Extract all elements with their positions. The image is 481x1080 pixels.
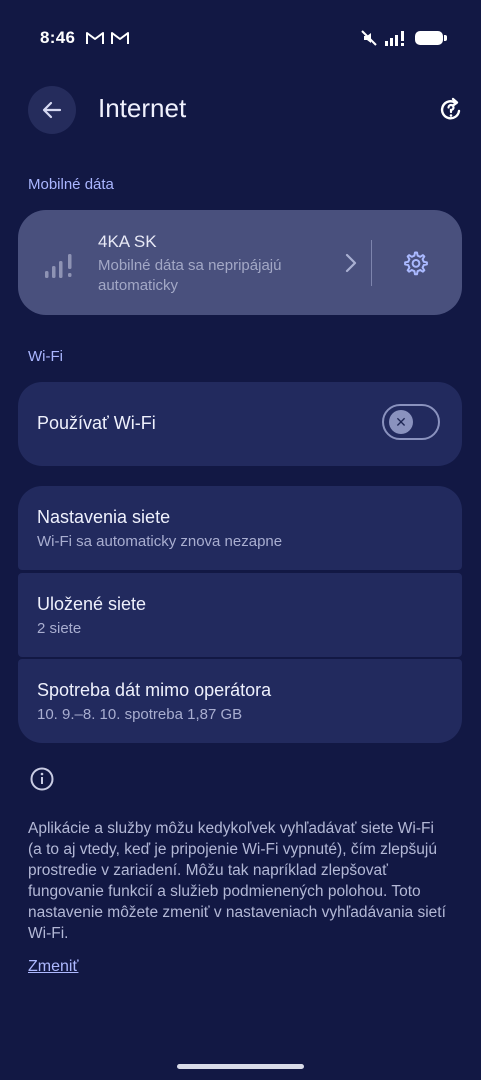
- battery-icon: [415, 31, 447, 45]
- back-button[interactable]: [28, 86, 76, 134]
- wifi-toggle[interactable]: ✕: [382, 404, 440, 440]
- list-item-network-settings[interactable]: Nastavenia siete Wi-Fi sa automaticky zn…: [18, 486, 462, 570]
- list-item-title: Uložené siete: [37, 594, 147, 614]
- list-item-subtitle: 2 siete: [37, 620, 82, 637]
- chevron-right-icon: [345, 253, 357, 273]
- list-item-title: Spotreba dát mimo operátora: [37, 680, 272, 700]
- info-icon: [30, 767, 54, 791]
- wifi-section-label: Wi-Fi: [28, 348, 63, 365]
- gmail-icon: [111, 32, 129, 44]
- list-item-title: Nastavenia siete: [37, 507, 171, 527]
- mobile-data-section-label: Mobilné dáta: [28, 176, 114, 193]
- mobile-data-card[interactable]: 4KA SK Mobilné dáta sa nepripájajú autom…: [18, 210, 462, 315]
- info-text: Aplikácie a služby môžu kedykoľvek vyhľa…: [28, 820, 446, 942]
- page-title: Internet: [98, 93, 187, 123]
- help-button[interactable]: [435, 94, 467, 126]
- use-wifi-label: Používať Wi-Fi: [37, 413, 156, 433]
- divider: [371, 240, 372, 286]
- home-indicator[interactable]: [177, 1064, 304, 1069]
- mobile-data-status: Mobilné dáta sa nepripájajú automaticky: [98, 257, 282, 294]
- list-item-subtitle: 10. 9.–8. 10. spotreba 1,87 GB: [37, 706, 243, 723]
- list-item-data-usage[interactable]: Spotreba dát mimo operátora 10. 9.–8. 10…: [18, 659, 462, 743]
- gear-icon[interactable]: [402, 250, 428, 276]
- use-wifi-row[interactable]: Používať Wi-Fi ✕: [18, 382, 462, 466]
- change-link[interactable]: Zmeniť: [28, 958, 78, 976]
- close-icon: ✕: [389, 410, 413, 434]
- carrier-name: 4KA SK: [98, 232, 157, 251]
- arrow-left-icon: [42, 101, 62, 119]
- gmail-icon: [86, 32, 104, 44]
- signal-icon: [45, 254, 72, 278]
- mute-icon: [361, 30, 377, 46]
- list-item-saved-networks[interactable]: Uložené siete 2 siete: [18, 573, 462, 657]
- help-refresh-icon: [440, 97, 461, 120]
- status-time: 8:46: [40, 28, 76, 47]
- list-item-subtitle: Wi-Fi sa automaticky znova nezapne: [37, 533, 283, 550]
- status-icons: [361, 30, 447, 46]
- signal-icon: [385, 31, 404, 46]
